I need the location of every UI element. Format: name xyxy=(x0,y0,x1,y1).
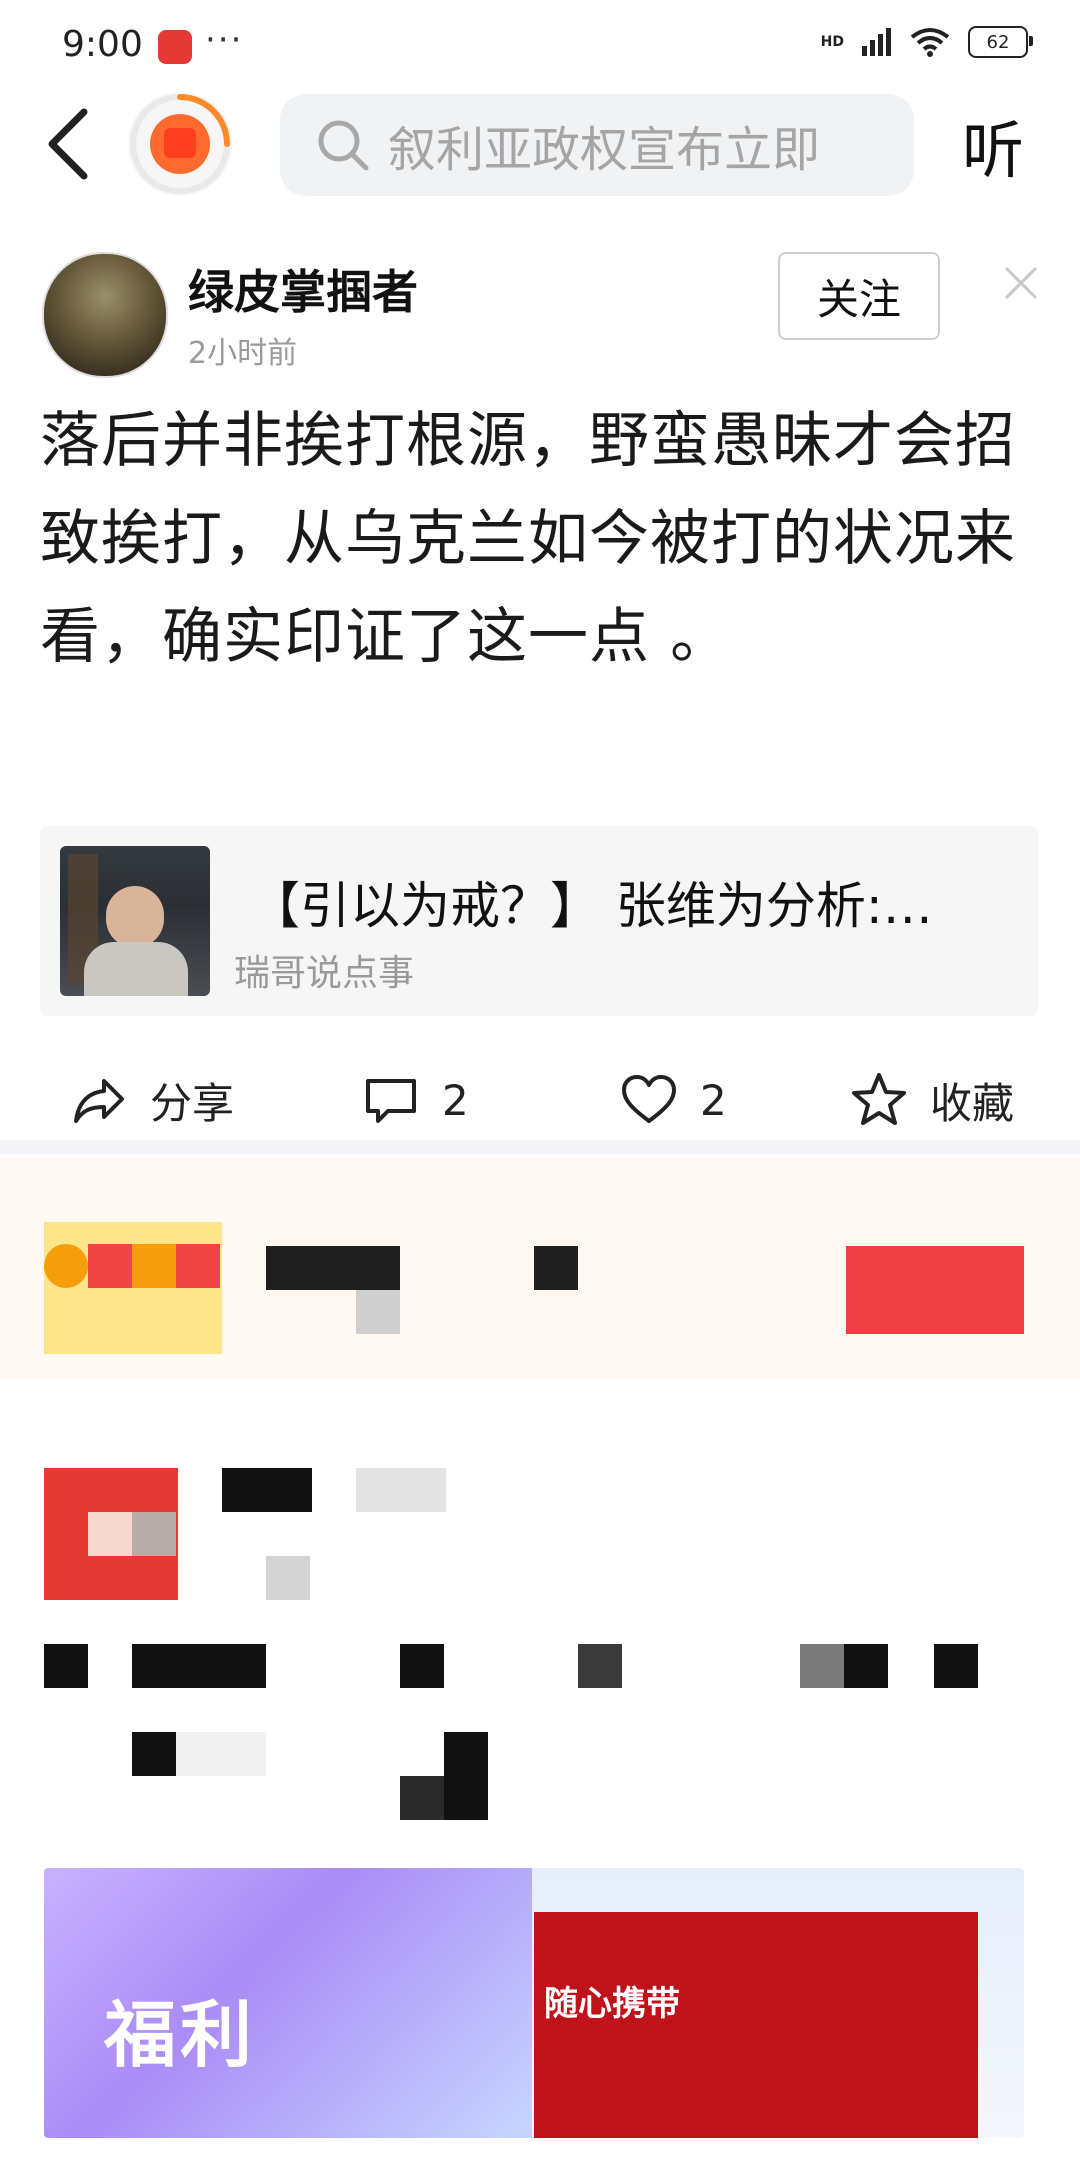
like-icon xyxy=(622,1075,676,1123)
banner-red-panel xyxy=(534,1912,978,2138)
comment-icon xyxy=(366,1079,416,1123)
star-icon xyxy=(852,1073,906,1125)
blurred-content xyxy=(0,1440,1080,1860)
video-title: 【引以为戒？】 张维为分析:… xyxy=(250,877,933,935)
video-card[interactable]: 【引以为戒？】 张维为分析:… 瑞哥说点事 xyxy=(40,826,1038,1016)
status-time: 9:00 xyxy=(62,24,143,65)
post-body: 落后并非挨打根源，野蛮愚昧才会招致挨打，从乌克兰如今被打的状况来看，确实印证了这… xyxy=(40,406,1016,672)
post-time: 2小时前 xyxy=(188,336,298,371)
red-packet-icon[interactable] xyxy=(128,92,232,196)
ad-card[interactable] xyxy=(0,1158,1080,1378)
author-name[interactable]: 绿皮掌掴者 xyxy=(188,256,418,322)
video-thumbnail xyxy=(60,846,210,996)
battery-level: 62 xyxy=(986,31,1010,53)
section-divider xyxy=(0,1140,1080,1154)
like-count: 2 xyxy=(700,1075,727,1125)
battery-icon: 62 xyxy=(968,26,1033,58)
video-source: 瑞哥说点事 xyxy=(234,953,415,994)
status-indicators: HD 62 xyxy=(820,26,1033,58)
share-label: 分享 xyxy=(150,1078,235,1128)
app-notification-icon xyxy=(158,30,192,64)
hd-indicator: HD xyxy=(820,34,844,50)
listen-button[interactable]: 听 xyxy=(962,100,1024,190)
search-input[interactable]: 叙利亚政权宣布立即 xyxy=(280,94,914,196)
signal-icon xyxy=(862,28,891,56)
search-icon xyxy=(318,120,369,171)
comment-count: 2 xyxy=(442,1075,469,1125)
promo-banner[interactable]: 福利 随心携带 xyxy=(44,1868,1024,2138)
avatar[interactable] xyxy=(42,252,168,378)
wifi-icon xyxy=(910,28,950,57)
back-icon[interactable] xyxy=(40,104,100,184)
banner-title: 福利 xyxy=(104,1993,257,2077)
close-icon[interactable] xyxy=(998,260,1044,306)
favorite-label: 收藏 xyxy=(930,1078,1015,1128)
search-placeholder: 叙利亚政权宣布立即 xyxy=(388,122,821,178)
banner-subtitle: 随心携带 xyxy=(544,1984,680,2024)
share-icon xyxy=(74,1079,124,1123)
more-notifications-icon: ··· xyxy=(205,20,244,60)
follow-button[interactable]: 关注 xyxy=(778,252,940,340)
